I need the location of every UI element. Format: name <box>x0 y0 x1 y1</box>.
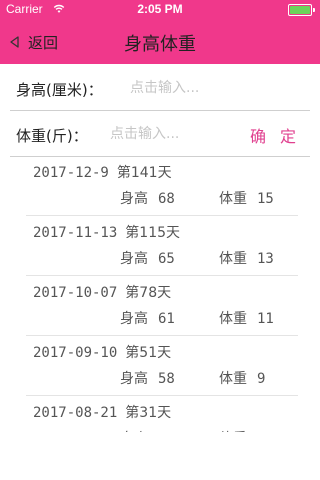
weight-input[interactable] <box>110 122 238 146</box>
record-weight-value: 9 <box>257 371 266 387</box>
record-day: 第78天 <box>125 285 172 301</box>
record-weight-value: 13 <box>257 251 274 267</box>
record-date: 2017-10-07 <box>33 285 118 301</box>
height-input[interactable] <box>130 76 300 100</box>
bottom-blank-area <box>0 432 320 480</box>
record-date: 2017-12-9 <box>33 165 109 181</box>
list-item[interactable]: 2017-12-9 第141天 身高 68 体重 15 <box>26 156 298 216</box>
record-date: 2017-11-13 <box>33 225 118 241</box>
record-weight-value: 15 <box>257 191 274 207</box>
record-date: 2017-08-21 <box>33 405 118 421</box>
weight-label: 体重(斤)： <box>16 127 88 145</box>
top-bar: Carrier 2:05 PM 返回 身高体重 <box>0 0 320 64</box>
record-weight-label: 体重 <box>219 191 247 207</box>
record-day: 第141天 <box>116 165 172 181</box>
list-item[interactable]: 2017-10-07 第78天 身高 61 体重 11 <box>26 276 298 336</box>
battery-icon <box>288 4 315 16</box>
status-time: 2:05 PM <box>137 2 183 16</box>
record-height-label: 身高 <box>120 251 148 267</box>
record-weight-label: 体重 <box>219 251 247 267</box>
record-weight-value: 11 <box>257 311 274 327</box>
record-weight-label: 体重 <box>219 311 247 327</box>
record-day: 第31天 <box>125 405 172 421</box>
list-item[interactable]: 2017-11-13 第115天 身高 65 体重 13 <box>26 216 298 276</box>
list-item[interactable]: 2017-09-10 第51天 身高 58 体重 9 <box>26 336 298 396</box>
record-height-label: 身高 <box>120 371 148 387</box>
record-height-label: 身高 <box>120 311 148 327</box>
record-height-label: 身高 <box>120 191 148 207</box>
record-day: 第51天 <box>125 345 172 361</box>
navigation-bar: 返回 身高体重 <box>0 20 320 64</box>
page-title: 身高体重 <box>124 34 196 55</box>
confirm-button[interactable]: 确定 <box>250 123 310 147</box>
height-input-row: 身高(厘米)： <box>10 66 310 111</box>
record-day: 第115天 <box>125 225 181 241</box>
record-list[interactable]: 2017-12-9 第141天 身高 68 体重 15 2017-11-13 第115天… <box>0 156 320 432</box>
record-date: 2017-09-10 <box>33 345 118 361</box>
record-height-value: 68 <box>158 191 175 207</box>
record-height-value: 58 <box>158 371 175 387</box>
record-weight-label: 体重 <box>219 371 247 387</box>
list-item[interactable]: 2017-08-21第31天 身高55 体重8 <box>26 396 298 432</box>
status-bar: Carrier 2:05 PM <box>0 0 320 20</box>
height-label: 身高(厘米)： <box>16 81 103 99</box>
record-height-value: 61 <box>158 311 175 327</box>
weight-input-row: 体重(斤)： 确定 <box>10 112 310 157</box>
record-height-value: 65 <box>158 251 175 267</box>
